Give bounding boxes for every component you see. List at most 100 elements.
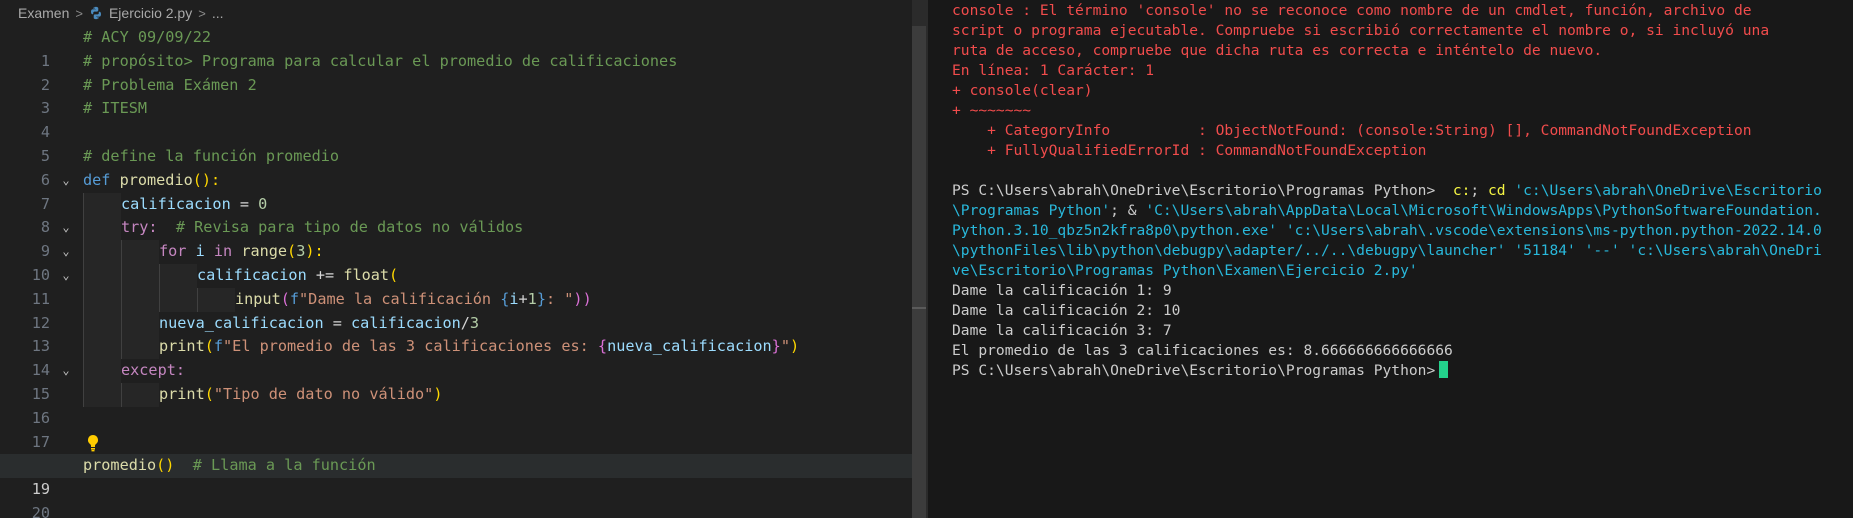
terminal-panel[interactable]: console : El término 'console' no se rec… <box>928 0 1853 518</box>
terminal-error-line: + FullyQualifiedErrorId : CommandNotFoun… <box>952 142 1427 159</box>
function-name: range <box>232 242 288 261</box>
terminal-output-line: El promedio de las 3 calificaciones es: … <box>952 342 1453 359</box>
code-line[interactable]: 3 # Problema Exámen 2 <box>0 74 912 118</box>
code-line[interactable]: 9 ⌄ try: # Revisa para tipo de datos no … <box>0 216 912 260</box>
terminal-command: c: <box>1452 182 1471 199</box>
punctuation: ( <box>389 265 399 284</box>
terminal-command-line: PS C:\Users\abrah\OneDrive\Escritorio\Pr… <box>952 181 1822 201</box>
chevron-down-icon[interactable]: ⌄ <box>60 216 72 240</box>
punctuation: } <box>536 289 546 308</box>
terminal-separator: ; <box>1470 182 1488 199</box>
chevron-down-icon[interactable]: ⌄ <box>60 359 72 383</box>
variable: calificacion <box>121 194 231 213</box>
terminal-prompt-line[interactable]: PS C:\Users\abrah\OneDrive\Escritorio\Pr… <box>952 361 1449 381</box>
code-line[interactable]: 17 <box>0 407 912 451</box>
comment: # define la función promedio <box>83 146 340 165</box>
function-name: float <box>343 265 390 284</box>
breadcrumb-file[interactable]: Ejercicio 2.py <box>109 5 192 21</box>
terminal-command: cd <box>1487 182 1506 199</box>
punctuation: (): <box>192 170 221 189</box>
scrollbar-cursor-marker <box>912 307 926 309</box>
keyword: in <box>213 242 233 261</box>
operator: = <box>323 313 352 332</box>
lightbulb-icon[interactable] <box>86 434 100 452</box>
terminal-separator: ; & <box>1110 202 1146 219</box>
code-line[interactable]: 13 nueva_calificacion = calificacion/3 <box>0 311 912 355</box>
breadcrumb-folder[interactable]: Examen <box>18 5 69 21</box>
number: 1 <box>527 289 537 308</box>
chevron-right-icon: > <box>198 5 206 21</box>
terminal-error-line: + console(clear) <box>952 82 1093 99</box>
operator: + <box>518 289 528 308</box>
terminal-error-line: console : El término 'console' no se rec… <box>952 2 1752 19</box>
terminal-error-line: + ~~~~~~~ <box>952 102 1032 119</box>
code-line[interactable]: 1 # ACY 09/09/22 <box>0 26 912 70</box>
terminal-output-line: Dame la calificación 3: 7 <box>952 322 1172 339</box>
keyword: except: <box>121 361 186 380</box>
terminal-error-line: script o programa ejecutable. Compruebe … <box>952 22 1770 39</box>
code-line[interactable]: 5 <box>0 121 912 165</box>
punctuation: } <box>771 337 781 356</box>
code-line[interactable]: 2 # propósito> Programa para calcular el… <box>0 50 912 94</box>
code-line[interactable]: 10 ⌄ for i in range(3): <box>0 240 912 284</box>
code-line[interactable]: 14 print(f"El promedio de las 3 califica… <box>0 335 912 379</box>
terminal-prompt: PS C:\Users\abrah\OneDrive\Escritorio\Pr… <box>952 362 1436 379</box>
code-line[interactable]: 8 calificacion = 0 <box>0 192 912 236</box>
chevron-down-icon[interactable]: ⌄ <box>60 264 72 288</box>
terminal-error-line: + CategoryInfo : ObjectNotFound: (consol… <box>952 122 1752 139</box>
punctuation: ) <box>789 337 800 356</box>
code-line[interactable]: 11 ⌄ calificacion += float( <box>0 263 912 308</box>
chevron-down-icon[interactable]: ⌄ <box>60 240 72 264</box>
string: " <box>780 337 790 356</box>
string: : " <box>545 289 574 308</box>
code-lines[interactable]: 1 # ACY 09/09/22 2 # propósito> Programa… <box>0 26 912 518</box>
keyword: for <box>159 242 187 261</box>
breadcrumb-more[interactable]: ... <box>212 5 224 21</box>
code-line[interactable]: 7 ⌄ def promedio(): <box>0 169 912 213</box>
function-name: print <box>159 384 205 403</box>
code-line[interactable]: 16 print("Tipo de dato no válido") <box>0 382 912 427</box>
code-line[interactable]: 15 ⌄ except: <box>0 359 912 403</box>
punctuation: )) <box>573 289 592 308</box>
function-name: input <box>235 289 281 308</box>
code-editor[interactable]: Examen > Ejercicio 2.py > ... 1 # ACY 09… <box>0 0 912 518</box>
operator: += <box>306 265 344 284</box>
comment: # propósito> Programa para calcular el p… <box>83 51 678 70</box>
terminal-string: 'c:\Users\abrah\OneDrive\Escritorio <box>1514 182 1822 199</box>
string: "Tipo de dato no válido" <box>213 384 434 403</box>
operator: / <box>460 313 470 332</box>
code-line-current[interactable]: 19 promedio)() # Llama a la función <box>0 454 912 498</box>
code-line[interactable]: 4 # ITESM <box>0 97 912 141</box>
number: 3 <box>469 313 480 332</box>
comment: # Llama a la función <box>174 456 376 475</box>
terminal-output-line: Dame la calificación 2: 10 <box>952 302 1181 319</box>
scrollbar-thumb[interactable] <box>912 26 926 518</box>
code-line[interactable]: 18 <box>0 431 912 474</box>
editor-scrollbar[interactable] <box>912 0 926 518</box>
terminal-error-line: En línea: 1 Carácter: 1 <box>952 62 1155 79</box>
code-line[interactable]: 6 # define la función promedio <box>0 145 912 189</box>
number: 3 <box>296 242 306 261</box>
comment: # Revisa para tipo de datos no válidos <box>157 218 524 237</box>
punctuation: ) <box>433 384 443 403</box>
breadcrumb: Examen > Ejercicio 2.py > ... <box>0 0 912 26</box>
punctuation: () <box>156 456 175 475</box>
operator: = <box>230 194 259 213</box>
punctuation: ( <box>287 242 297 261</box>
terminal-string: \Programas Python' <box>952 202 1111 219</box>
comment: # ITESM <box>83 99 148 118</box>
string: "Dame la calificación <box>299 289 501 308</box>
chevron-down-icon[interactable]: ⌄ <box>60 169 72 193</box>
terminal-command-line: \Programas Python'; & 'C:\Users\abrah\Ap… <box>952 201 1822 221</box>
terminal-string: 'C:\Users\abrah\AppData\Local\Microsoft\… <box>1145 202 1822 219</box>
code-line[interactable]: 20 <box>0 478 912 518</box>
variable: i <box>186 242 214 261</box>
terminal-command-line: Python.3.10_qbz5n2kfra8p0\python.exe' 'c… <box>952 222 1822 239</box>
function-name: promedio <box>83 456 157 475</box>
code-line[interactable]: 12 input(f"Dame la calificación {i+1}: "… <box>0 287 912 332</box>
number: 0 <box>258 194 268 213</box>
terminal-output-line: Dame la calificación 1: 9 <box>952 282 1172 299</box>
function-name: print <box>159 337 205 356</box>
variable: i <box>509 289 519 308</box>
terminal-prompt: PS C:\Users\abrah\OneDrive\Escritorio\Pr… <box>952 182 1436 199</box>
